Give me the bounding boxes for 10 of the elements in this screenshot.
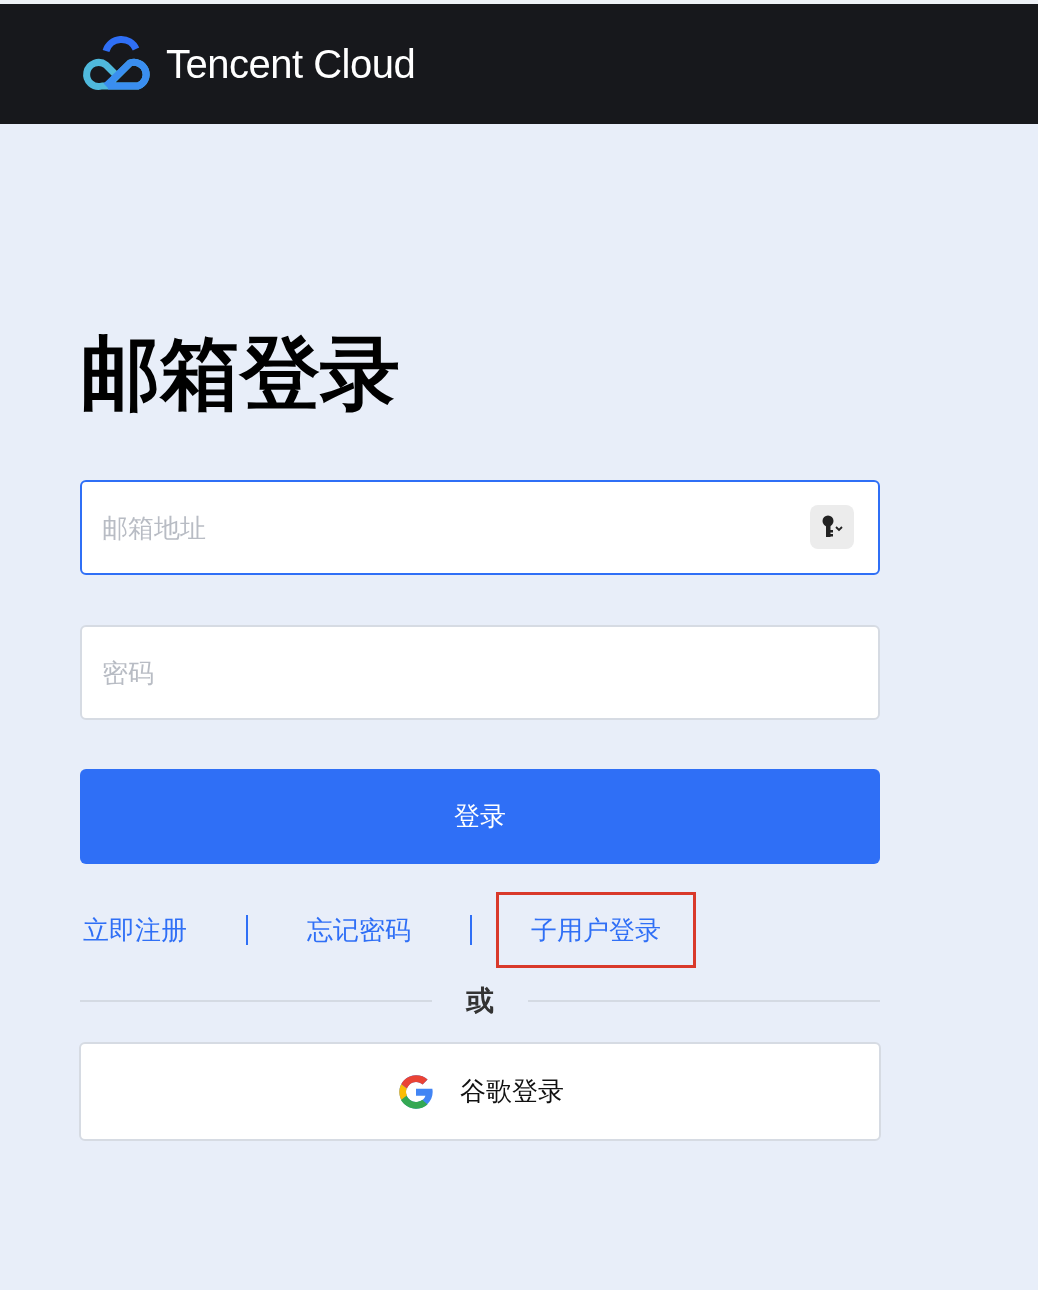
link[interactable]: 忘记密码 (272, 892, 446, 968)
google-login-button[interactable]: 谷歌登录 (79, 1042, 881, 1141)
link[interactable]: 立即注册 (80, 892, 222, 968)
key-icon[interactable] (810, 505, 854, 549)
page-title: 邮箱登录 (80, 334, 401, 414)
link[interactable]: 子用户登录 (496, 892, 696, 968)
login-button[interactable]: 登录 (80, 769, 880, 864)
input-field[interactable]: 邮箱地址 (80, 480, 880, 575)
logo-text: Tencent Cloud (166, 41, 416, 87)
divider-text: 或 (466, 983, 494, 1019)
